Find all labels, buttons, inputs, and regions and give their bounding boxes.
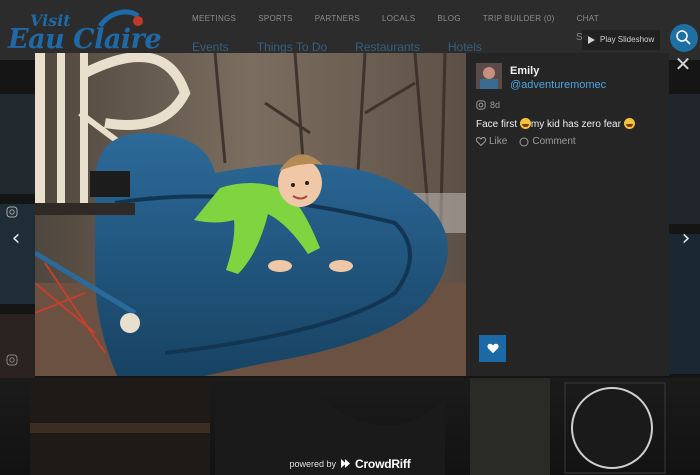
- chevron-right-icon[interactable]: ›: [676, 226, 696, 252]
- post-photo: [35, 53, 466, 376]
- post-meta: 8d: [476, 100, 500, 110]
- heart-outline-icon: [476, 137, 486, 146]
- chevron-left-icon[interactable]: ‹: [6, 226, 26, 252]
- page: Visit Eau Claire MEETINGS SPORTS PARTNER…: [0, 0, 700, 475]
- top-nav: MEETINGS SPORTS PARTNERS LOCALS BLOG TRI…: [192, 14, 621, 23]
- sub-nav: Events Things To Do Restaurants Hotels: [192, 40, 510, 54]
- post-details-panel: Emily @adventuremomec 8d Face first my k…: [466, 53, 669, 376]
- caption-text-1: Face first: [476, 119, 520, 130]
- avatar[interactable]: [476, 63, 502, 89]
- nav-events[interactable]: Events: [192, 40, 229, 54]
- like-button[interactable]: Like: [476, 136, 507, 147]
- nav-chat[interactable]: CHAT: [577, 14, 599, 23]
- user-name: Emily: [510, 65, 540, 77]
- nav-restaurants[interactable]: Restaurants: [355, 40, 420, 54]
- powered-by-footer: powered by CrowdRiff: [0, 452, 700, 475]
- comment-label: Comment: [532, 136, 576, 147]
- caption-text-2: my kid has zero fear: [530, 119, 624, 130]
- instagram-icon: [476, 100, 486, 110]
- nav-sports[interactable]: SPORTS: [258, 14, 293, 23]
- like-label: Like: [489, 136, 508, 147]
- instagram-icon: [6, 354, 18, 366]
- heart-icon: [486, 343, 499, 354]
- close-icon[interactable]: ✕: [672, 54, 694, 76]
- search-icon: [676, 30, 691, 45]
- post-actions: Like Comment: [476, 136, 576, 147]
- laughing-emoji-icon: [519, 118, 531, 129]
- gallery-tile: [669, 94, 700, 224]
- post-age: 8d: [490, 100, 501, 110]
- instagram-icon: [6, 206, 18, 218]
- post-caption: Face first my kid has zero fear: [476, 118, 666, 131]
- gallery-tile: [669, 234, 700, 374]
- gallery-tile: [0, 94, 35, 194]
- nav-partners[interactable]: PARTNERS: [315, 14, 360, 23]
- search-button[interactable]: [670, 24, 698, 52]
- play-slideshow-label: Play Slideshow: [600, 35, 655, 44]
- user-handle-link[interactable]: @adventuremomec: [510, 79, 606, 91]
- powered-by-label: powered by: [289, 458, 336, 469]
- nav-hotels[interactable]: Hotels: [448, 40, 482, 54]
- nav-blog[interactable]: BLOG: [437, 14, 460, 23]
- logo-swoosh-icon: [98, 9, 143, 28]
- nav-things-to-do[interactable]: Things To Do: [257, 40, 327, 54]
- nav-locals[interactable]: LOCALS: [382, 14, 415, 23]
- comment-icon: [519, 137, 529, 146]
- favorite-button[interactable]: [479, 335, 506, 362]
- comment-button[interactable]: Comment: [519, 136, 576, 147]
- laughing-emoji-icon: [623, 118, 635, 129]
- crowdriff-logo: [341, 459, 350, 468]
- nav-trip-builder[interactable]: TRIP BUILDER (0): [483, 14, 555, 23]
- play-slideshow-button[interactable]: Play Slideshow: [582, 30, 661, 50]
- avatar-image: [476, 63, 502, 89]
- nav-meetings[interactable]: MEETINGS: [192, 14, 236, 23]
- play-icon: [588, 36, 595, 44]
- crowdriff-brand[interactable]: CrowdRiff: [355, 457, 411, 471]
- gallery-tile: [0, 204, 35, 304]
- playground-slide-image: [35, 53, 466, 376]
